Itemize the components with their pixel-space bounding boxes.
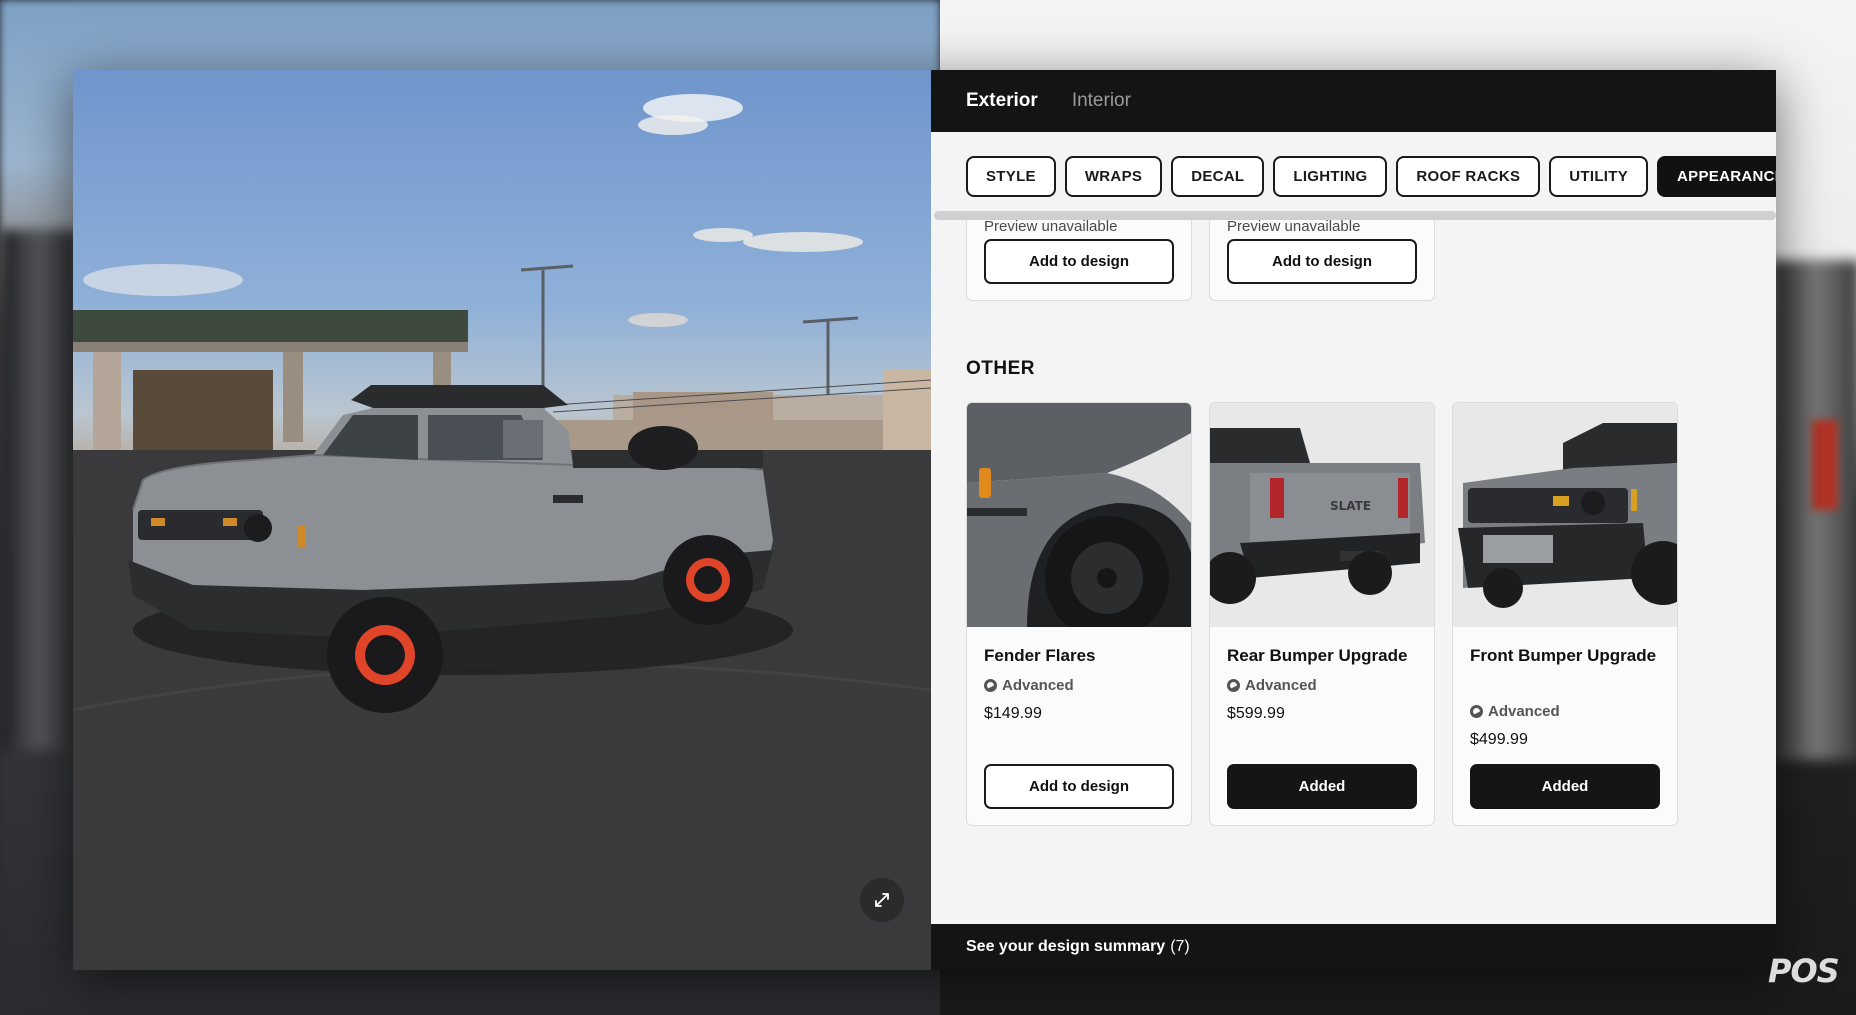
preview-unavailable-text: Preview unavailable [1227,220,1361,235]
option-thumbnail: SLATE [1210,403,1434,627]
chip-utility[interactable]: UTILITY [1549,155,1649,197]
background-taillight [1812,420,1838,510]
option-name: Rear Bumper Upgrade [1227,646,1408,665]
section-title-other: OTHER [966,358,1035,379]
option-card-front-bumper[interactable]: Front Bumper Upgrade Advanced $499.99 Ad… [1452,402,1678,826]
chip-style[interactable]: STYLE [966,155,1056,197]
add-to-design-button[interactable]: Add to design [984,764,1174,809]
advanced-tier-icon [1470,705,1483,718]
add-to-design-button[interactable]: Add to design [984,239,1174,284]
option-tier-label: Advanced [1245,677,1317,694]
option-card-partial: Preview unavailable Add to design [966,220,1192,301]
option-price: $599.99 [1227,705,1285,722]
configurator-window: Exterior Interior STYLE WRAPS DECAL LIGH… [73,70,1776,970]
rear-bumper-image: SLATE [1210,403,1434,627]
option-tier-label: Advanced [1002,677,1074,694]
advanced-tier-icon [984,679,997,692]
option-price: $499.99 [1470,731,1528,748]
chip-decal[interactable]: DECAL [1171,155,1265,197]
chip-roof-racks[interactable]: ROOF RACKS [1396,155,1541,197]
option-tier: Advanced [1227,677,1317,694]
horizontal-scrollbar[interactable] [934,211,1776,220]
option-tier: Advanced [984,677,1074,694]
vehicle-scene [73,94,931,970]
expand-arrows-icon [875,893,889,907]
option-tier: Advanced [1470,703,1560,720]
chip-lighting[interactable]: LIGHTING [1273,155,1388,197]
front-bumper-image [1453,403,1677,627]
preview-unavailable-text: Preview unavailable [984,220,1118,235]
options-panel: Exterior Interior STYLE WRAPS DECAL LIGH… [931,70,1776,970]
option-thumbnail [1453,403,1677,627]
option-card-fender-flares[interactable]: Fender Flares Advanced $149.99 Add to de… [966,402,1192,826]
fender-flares-image [967,403,1191,627]
summary-count: (7) [1170,938,1190,955]
added-button[interactable]: Added [1470,764,1660,809]
view-tabs: Exterior Interior [931,70,1776,132]
vehicle-viewer[interactable] [73,70,931,970]
option-price: $149.99 [984,705,1042,722]
add-to-design-button[interactable]: Add to design [1227,239,1417,284]
option-tier-label: Advanced [1488,703,1560,720]
chip-appearance[interactable]: APPEARANCE [1657,155,1776,197]
background-vehicle-right [1770,260,1856,760]
tab-interior[interactable]: Interior [1072,90,1131,112]
options-list: Preview unavailable Add to design Previe… [931,220,1776,915]
option-name: Fender Flares [984,646,1096,665]
option-card-partial: Preview unavailable Add to design [1209,220,1435,301]
option-thumbnail [967,403,1191,627]
chip-wraps[interactable]: WRAPS [1064,155,1163,197]
advanced-tier-icon [1227,679,1240,692]
tab-exterior[interactable]: Exterior [966,90,1038,112]
option-card-rear-bumper[interactable]: SLATE Rear Bumper Upgrade Advanced $599.… [1209,402,1435,826]
summary-label: See your design summary [966,938,1166,955]
category-chips: STYLE WRAPS DECAL LIGHTING ROOF RACKS UT… [931,132,1776,220]
slate-badge: SLATE [1330,499,1371,513]
design-summary-bar[interactable]: See your design summary (7) [931,924,1776,970]
option-name: Front Bumper Upgrade [1470,646,1657,665]
expand-view-button[interactable] [860,878,904,922]
added-button[interactable]: Added [1227,764,1417,809]
channel-watermark: POS [1768,952,1840,990]
background-vehicle-left [0,230,80,750]
